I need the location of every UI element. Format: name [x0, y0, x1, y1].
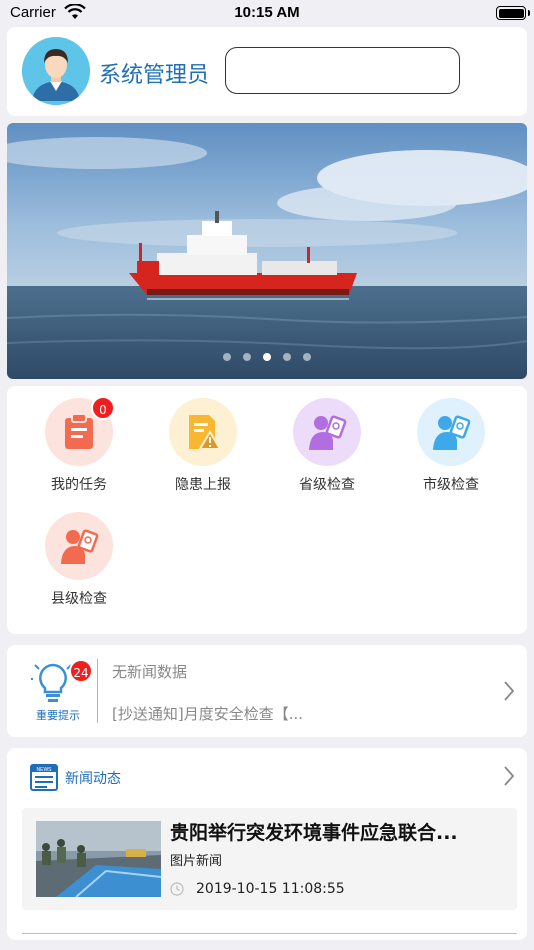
svg-text:NEWS: NEWS: [37, 767, 53, 773]
notice-divider: [97, 659, 98, 723]
clock-icon: [170, 882, 184, 896]
clipboard-icon: 0: [45, 396, 115, 466]
chevron-right-icon[interactable]: [503, 680, 515, 702]
news-icon: NEWS: [30, 764, 58, 791]
warning-document-icon: [169, 398, 237, 466]
inspector-icon: [293, 398, 361, 466]
news-category: 图片新闻: [170, 854, 223, 869]
carousel-dot[interactable]: [223, 353, 231, 361]
profile-card: 系统管理员: [7, 27, 527, 116]
menu-item-provincial-inspection[interactable]: 省级检查: [272, 398, 382, 494]
username: 系统管理员: [99, 63, 210, 88]
news-thumbnail: [36, 821, 161, 897]
notice-icon-group: 24 重要提示: [29, 659, 93, 725]
news-date: 2019-10-15 11:08:55: [196, 881, 345, 897]
notice-caption: 重要提示: [36, 709, 80, 722]
banner-carousel[interactable]: [7, 123, 527, 379]
function-menu: 0 我的任务 隐患上报 省级检查 市级检查 县级检查: [7, 386, 527, 634]
lightbulb-icon: [31, 663, 75, 702]
menu-item-my-tasks[interactable]: 0 我的任务: [24, 396, 134, 494]
menu-label: 隐患上报: [175, 477, 231, 493]
notice-copy-text[interactable]: [抄送通知]月度安全检查【...: [112, 703, 303, 724]
task-count-badge: 0: [91, 396, 115, 420]
inspector-icon: [417, 398, 485, 466]
menu-label: 市级检查: [423, 477, 479, 493]
menu-item-county-inspection[interactable]: 县级检查: [24, 512, 134, 608]
avatar[interactable]: [22, 37, 90, 105]
news-headline: 贵阳举行突发环境事件应急联合...: [170, 822, 458, 844]
important-notice-card[interactable]: 24 重要提示 无新闻数据 [抄送通知]月度安全检查【...: [7, 645, 527, 737]
notice-count-badge: 24: [69, 659, 93, 683]
chevron-right-icon[interactable]: [503, 765, 515, 787]
news-section-title: 新闻动态: [65, 771, 121, 787]
news-list-item[interactable]: 贵阳举行突发环境事件应急联合... 图片新闻 2019-10-15 11:08:…: [22, 808, 517, 910]
clock-time: 10:15 AM: [234, 4, 300, 21]
menu-item-hazard-report[interactable]: 隐患上报: [148, 398, 258, 494]
divider: [22, 933, 517, 934]
news-card: NEWS 新闻动态 贵阳举行突发环境事件应急联合... 图片新闻 2019-10…: [7, 748, 527, 940]
banner-image: [7, 123, 527, 379]
carousel-dot[interactable]: [283, 353, 291, 361]
user-avatar-icon: [22, 37, 90, 105]
menu-label: 我的任务: [51, 477, 107, 493]
menu-label: 县级检查: [51, 591, 107, 607]
notice-news-text[interactable]: 无新闻数据: [112, 661, 187, 682]
carousel-dot-active[interactable]: [263, 353, 271, 361]
menu-item-city-inspection[interactable]: 市级检查: [396, 398, 506, 494]
carousel-indicator[interactable]: [7, 346, 527, 365]
carousel-dot[interactable]: [303, 353, 311, 361]
inspector-icon: [45, 512, 113, 580]
carousel-dot[interactable]: [243, 353, 251, 361]
menu-label: 省级检查: [299, 477, 355, 493]
status-bar: Carrier 10:15 AM: [0, 0, 534, 26]
profile-info-box[interactable]: [225, 47, 460, 94]
battery-icon: [496, 6, 526, 20]
